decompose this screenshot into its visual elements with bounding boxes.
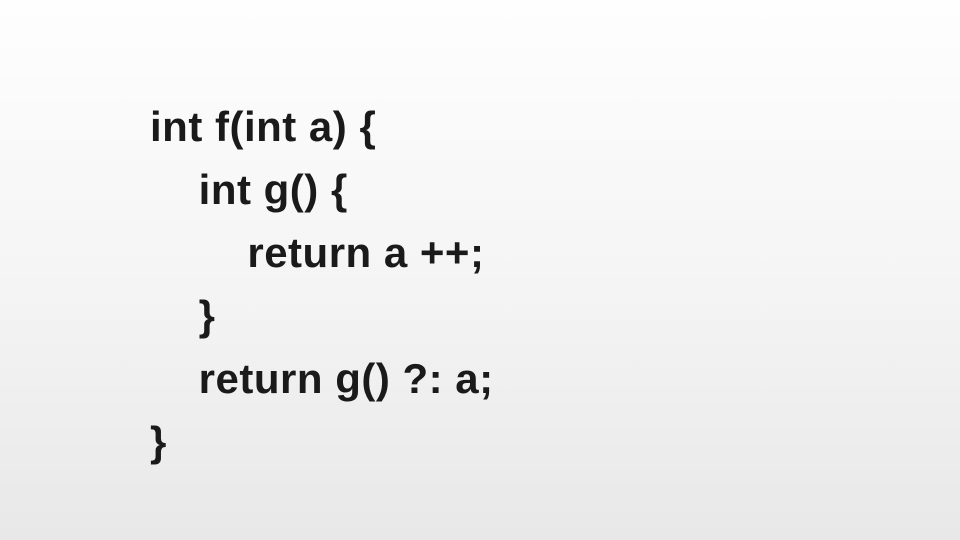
code-line-2: int g() { [150, 158, 494, 221]
code-line-5: return g() ?: a; [150, 347, 494, 410]
code-line-4: } [150, 284, 494, 347]
code-line-1: int f(int a) { [150, 95, 494, 158]
code-line-6: } [150, 410, 494, 473]
code-line-3: return a ++; [150, 221, 494, 284]
code-block: int f(int a) { int g() { return a ++; } … [150, 95, 494, 473]
